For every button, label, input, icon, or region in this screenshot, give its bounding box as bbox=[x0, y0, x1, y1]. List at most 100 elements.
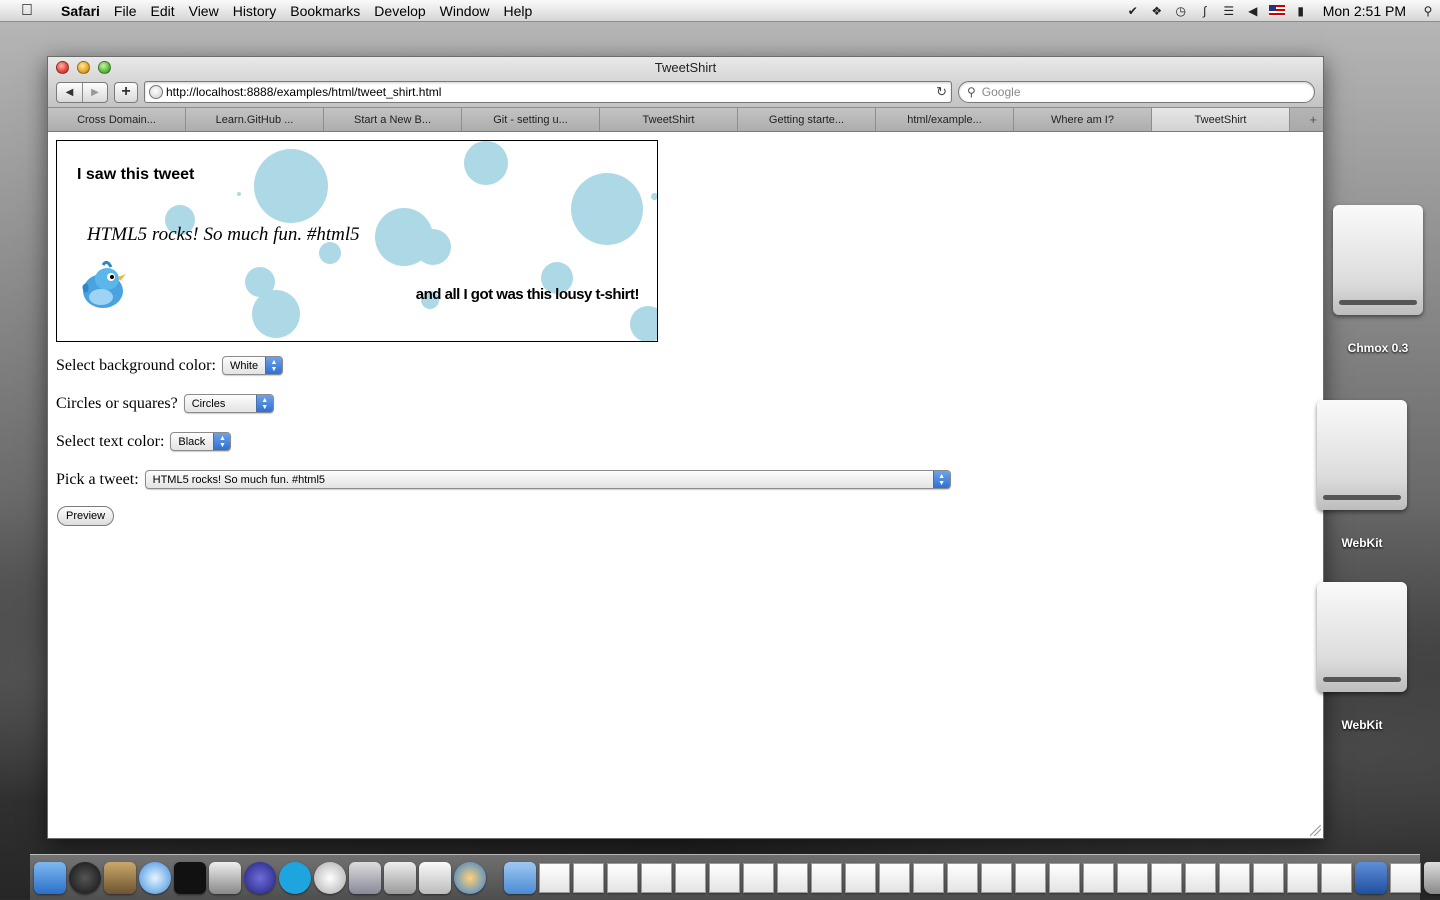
search-field[interactable]: ⚲ Google bbox=[958, 81, 1315, 103]
tab-tweetshirt-1[interactable]: TweetShirt bbox=[600, 108, 738, 131]
back-button[interactable]: ◀ bbox=[57, 83, 82, 102]
drive-icon bbox=[1317, 400, 1407, 510]
shape-value: Circles bbox=[191, 397, 226, 410]
time-machine-icon[interactable]: ◷ bbox=[1169, 0, 1193, 22]
minimized-window-icon[interactable] bbox=[539, 862, 570, 893]
menu-bookmarks[interactable]: Bookmarks bbox=[283, 0, 367, 22]
menu-edit[interactable]: Edit bbox=[143, 0, 181, 22]
trash-icon[interactable] bbox=[1424, 861, 1440, 894]
shape-select[interactable]: Circles ▲ ▼ bbox=[183, 394, 274, 413]
minimized-window-icon[interactable] bbox=[709, 862, 740, 893]
textedit-icon[interactable] bbox=[419, 861, 451, 894]
minimized-window-icon[interactable] bbox=[1355, 861, 1387, 894]
preview-button[interactable]: Preview bbox=[57, 506, 115, 526]
tab-html-examples[interactable]: html/example... bbox=[876, 108, 1014, 131]
preview-app-icon[interactable] bbox=[349, 861, 381, 894]
search-icon: ⚲ bbox=[967, 85, 976, 99]
minimized-window-icon[interactable] bbox=[641, 862, 672, 893]
minimized-window-icon[interactable] bbox=[981, 862, 1012, 893]
tab-where-am-i[interactable]: Where am I? bbox=[1014, 108, 1152, 131]
address-text[interactable]: http://localhost:8888/examples/html/twee… bbox=[166, 85, 936, 99]
safari-icon[interactable] bbox=[139, 861, 171, 894]
menu-develop[interactable]: Develop bbox=[367, 0, 432, 22]
minimized-window-icon[interactable] bbox=[845, 862, 876, 893]
spotlight-search-icon[interactable]: ⚲ bbox=[1416, 0, 1440, 22]
minimized-window-icon[interactable] bbox=[811, 862, 842, 893]
adium-icon[interactable] bbox=[314, 861, 346, 894]
volume-icon[interactable]: ◀ bbox=[1241, 0, 1265, 22]
terminal-icon[interactable] bbox=[174, 861, 206, 894]
tab-tweetshirt-active[interactable]: TweetShirt bbox=[1152, 108, 1290, 131]
menu-clock[interactable]: Mon 2:51 PM bbox=[1313, 3, 1416, 19]
menu-history[interactable]: History bbox=[226, 0, 284, 22]
tab-cross-domain[interactable]: Cross Domain... bbox=[48, 108, 186, 131]
dashboard-icon[interactable] bbox=[69, 861, 101, 894]
dock bbox=[30, 854, 1440, 900]
apple-menu-icon[interactable]:  bbox=[0, 2, 54, 20]
add-bookmark-button[interactable]: + bbox=[114, 81, 138, 103]
bg-color-select[interactable]: White ▲ ▼ bbox=[221, 356, 283, 375]
menu-app-safari[interactable]: Safari bbox=[54, 0, 107, 22]
canvas-heading: I saw this tweet bbox=[77, 166, 195, 183]
window-titlebar[interactable]: TweetShirt ◀ ▶ + http://localhost:8888/e… bbox=[48, 57, 1323, 132]
bluetooth-icon[interactable]: ∫ bbox=[1193, 0, 1217, 22]
minimized-window-icon[interactable] bbox=[1253, 862, 1284, 893]
canvas-circle bbox=[254, 149, 328, 223]
gimp-icon[interactable] bbox=[209, 861, 241, 894]
minimized-window-icon[interactable] bbox=[1015, 862, 1046, 893]
minimized-window-icon[interactable] bbox=[1287, 862, 1318, 893]
minimized-window-icon[interactable] bbox=[1117, 862, 1148, 893]
safari-webkit-icon[interactable] bbox=[454, 861, 486, 894]
minimized-window-icon[interactable] bbox=[1049, 862, 1080, 893]
checkmark-status-icon[interactable]: ✔ bbox=[1121, 0, 1145, 22]
skype-icon[interactable] bbox=[279, 861, 311, 894]
flag-icon[interactable] bbox=[1265, 0, 1289, 22]
drive-webkit-1[interactable]: WebKit bbox=[1310, 400, 1414, 550]
minimized-window-icon[interactable] bbox=[1151, 862, 1182, 893]
minimized-window-icon[interactable] bbox=[777, 862, 808, 893]
resize-grip-icon[interactable] bbox=[1310, 825, 1321, 836]
tab-start-new[interactable]: Start a New B... bbox=[324, 108, 462, 131]
minimized-window-icon[interactable] bbox=[743, 862, 774, 893]
menu-file[interactable]: File bbox=[107, 0, 144, 22]
tweet-select[interactable]: HTML5 rocks! So much fun. #html5 ▲ ▼ bbox=[144, 470, 951, 489]
mail-icon[interactable] bbox=[104, 861, 136, 894]
dropbox-icon[interactable]: ❖ bbox=[1145, 0, 1169, 22]
new-tab-icon[interactable]: + bbox=[1290, 108, 1323, 131]
canvas-circle bbox=[630, 306, 657, 341]
canvas-circle bbox=[651, 193, 657, 200]
minimized-window-icon[interactable] bbox=[913, 862, 944, 893]
menu-help[interactable]: Help bbox=[496, 0, 539, 22]
eclipse-icon[interactable] bbox=[244, 861, 276, 894]
menu-window[interactable]: Window bbox=[433, 0, 497, 22]
minimized-window-icon[interactable] bbox=[1185, 862, 1216, 893]
forward-button[interactable]: ▶ bbox=[82, 82, 107, 102]
menu-view[interactable]: View bbox=[182, 0, 226, 22]
drive-chmox[interactable]: Chmox 0.3 bbox=[1326, 205, 1430, 355]
reload-icon[interactable]: ↻ bbox=[936, 84, 947, 100]
minimized-window-icon[interactable] bbox=[573, 862, 604, 893]
address-bar[interactable]: http://localhost:8888/examples/html/twee… bbox=[144, 81, 952, 103]
minimized-window-icon[interactable] bbox=[1390, 862, 1421, 893]
script-editor-icon[interactable] bbox=[384, 861, 416, 894]
drive-webkit-2[interactable]: WebKit bbox=[1310, 582, 1414, 732]
minimized-window-icon[interactable] bbox=[1321, 862, 1352, 893]
minimized-window-icon[interactable] bbox=[607, 862, 638, 893]
select-arrows-icon: ▲ ▼ bbox=[255, 395, 273, 412]
minimized-window-icon[interactable] bbox=[879, 862, 910, 893]
applications-folder-icon[interactable] bbox=[504, 861, 536, 894]
wifi-icon[interactable]: ☰ bbox=[1217, 0, 1241, 22]
tab-getting-started[interactable]: Getting starte... bbox=[738, 108, 876, 131]
minimized-window-icon[interactable] bbox=[1219, 862, 1250, 893]
minimized-window-icon[interactable] bbox=[1083, 862, 1114, 893]
window-title: TweetShirt bbox=[654, 60, 717, 75]
text-color-select[interactable]: Black ▲ ▼ bbox=[170, 432, 232, 451]
tab-git-setting[interactable]: Git - setting u... bbox=[462, 108, 600, 131]
finder-icon[interactable] bbox=[34, 861, 66, 894]
battery-icon[interactable]: ▮ bbox=[1289, 0, 1313, 22]
minimized-window-icon[interactable] bbox=[675, 862, 706, 893]
tshirt-canvas: I saw this tweet HTML5 rocks! So much fu… bbox=[56, 140, 658, 342]
minimized-window-icon[interactable] bbox=[947, 862, 978, 893]
tab-learn-github[interactable]: Learn.GitHub ... bbox=[186, 108, 324, 131]
search-placeholder: Google bbox=[981, 85, 1021, 99]
